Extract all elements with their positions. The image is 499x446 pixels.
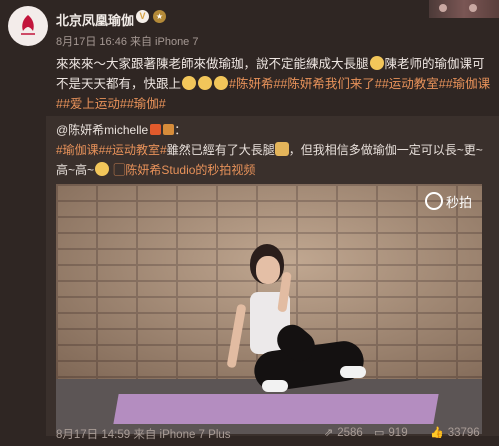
author-name[interactable]: 北京凤凰瑜伽	[56, 10, 134, 29]
post-timestamp: 8月17日 16:46 来自 iPhone 7	[56, 36, 199, 48]
cat-emoji-icon	[274, 142, 289, 156]
person-face	[256, 256, 280, 284]
hashtag-link[interactable]: #瑜伽课#	[56, 143, 105, 157]
muscle-emoji-icon	[182, 76, 197, 90]
video-person	[206, 242, 367, 412]
hashtag-link[interactable]: #运动教室#	[105, 143, 166, 157]
like-button[interactable]: 👍 33796	[430, 426, 480, 440]
author-avatar[interactable]	[8, 6, 48, 46]
muscle-emoji-icon	[198, 76, 213, 90]
camera-icon	[424, 192, 443, 210]
hashtag-link[interactable]: #陈妍希我们来了#	[280, 77, 381, 91]
header-thumbnail	[429, 0, 499, 18]
repost-timestamp: 8月17日 14:59 来自 iPhone 7 Plus	[56, 429, 231, 441]
phoenix-logo-icon	[21, 15, 35, 35]
repost-body: @陈妍希michelle： #瑜伽课##运动教室#雖然已經有了大長腿 ，但我相信多…	[56, 123, 483, 177]
like-count: 33796	[447, 426, 480, 439]
watermark-label: 秒拍	[445, 195, 472, 210]
thumbs-up-icon: 👍	[430, 427, 444, 439]
muscle-emoji-icon	[214, 76, 229, 90]
video-link[interactable]: 陈妍希Studio的秒拍视频	[125, 163, 255, 177]
share-icon: ⇗	[324, 427, 334, 439]
person-shoe	[262, 380, 288, 392]
share-button[interactable]: ⇗ 2586	[324, 426, 363, 440]
verified-badge-icon	[150, 124, 162, 135]
repost-footer: 8月17日 14:59 来自 iPhone 7 Plus ⇗ 2586 ▭ 919 …	[56, 426, 496, 442]
person-shoe	[340, 366, 366, 378]
post-body: 來來來～大家跟著陳老師來做瑜珈，說不定能練成大長腿 陳老师的瑜伽课可不是天天都有，…	[56, 54, 493, 114]
thumbs-up-emoji-icon	[95, 162, 110, 176]
repost-text: 雖然已經有了大長腿	[166, 143, 275, 157]
hashtag-link[interactable]: #爱上运动#	[63, 97, 127, 111]
medal-badge-icon	[163, 124, 175, 135]
comment-button[interactable]: ▭ 919	[374, 426, 408, 440]
repost-card: @陈妍希michelle： #瑜伽课##运动教室#雖然已經有了大長腿 ，但我相信多…	[46, 116, 499, 436]
hashtag-link[interactable]: #陈妍希#	[229, 77, 280, 91]
medal-badge-icon: ★	[153, 10, 166, 23]
comment-icon: ▭	[374, 427, 385, 439]
verified-badge-icon: V	[136, 10, 149, 23]
smile-emoji-icon	[369, 56, 384, 70]
video-player[interactable]: 秒拍	[56, 184, 482, 434]
video-link-icon[interactable]: ▢	[113, 163, 125, 177]
hashtag-link[interactable]: #瑜伽#	[127, 97, 166, 111]
video-watermark: 秒拍	[424, 192, 472, 211]
hashtag-link[interactable]: #运动教室#	[382, 77, 446, 91]
repost-author-link[interactable]: @陈妍希michelle	[56, 123, 148, 137]
post-text-1: 來來來～大家跟著陳老師來做瑜珈，說不定能練成大長腿	[56, 57, 369, 71]
comment-count: 919	[388, 426, 408, 439]
share-count: 2586	[337, 426, 363, 439]
person-arm	[226, 303, 247, 369]
